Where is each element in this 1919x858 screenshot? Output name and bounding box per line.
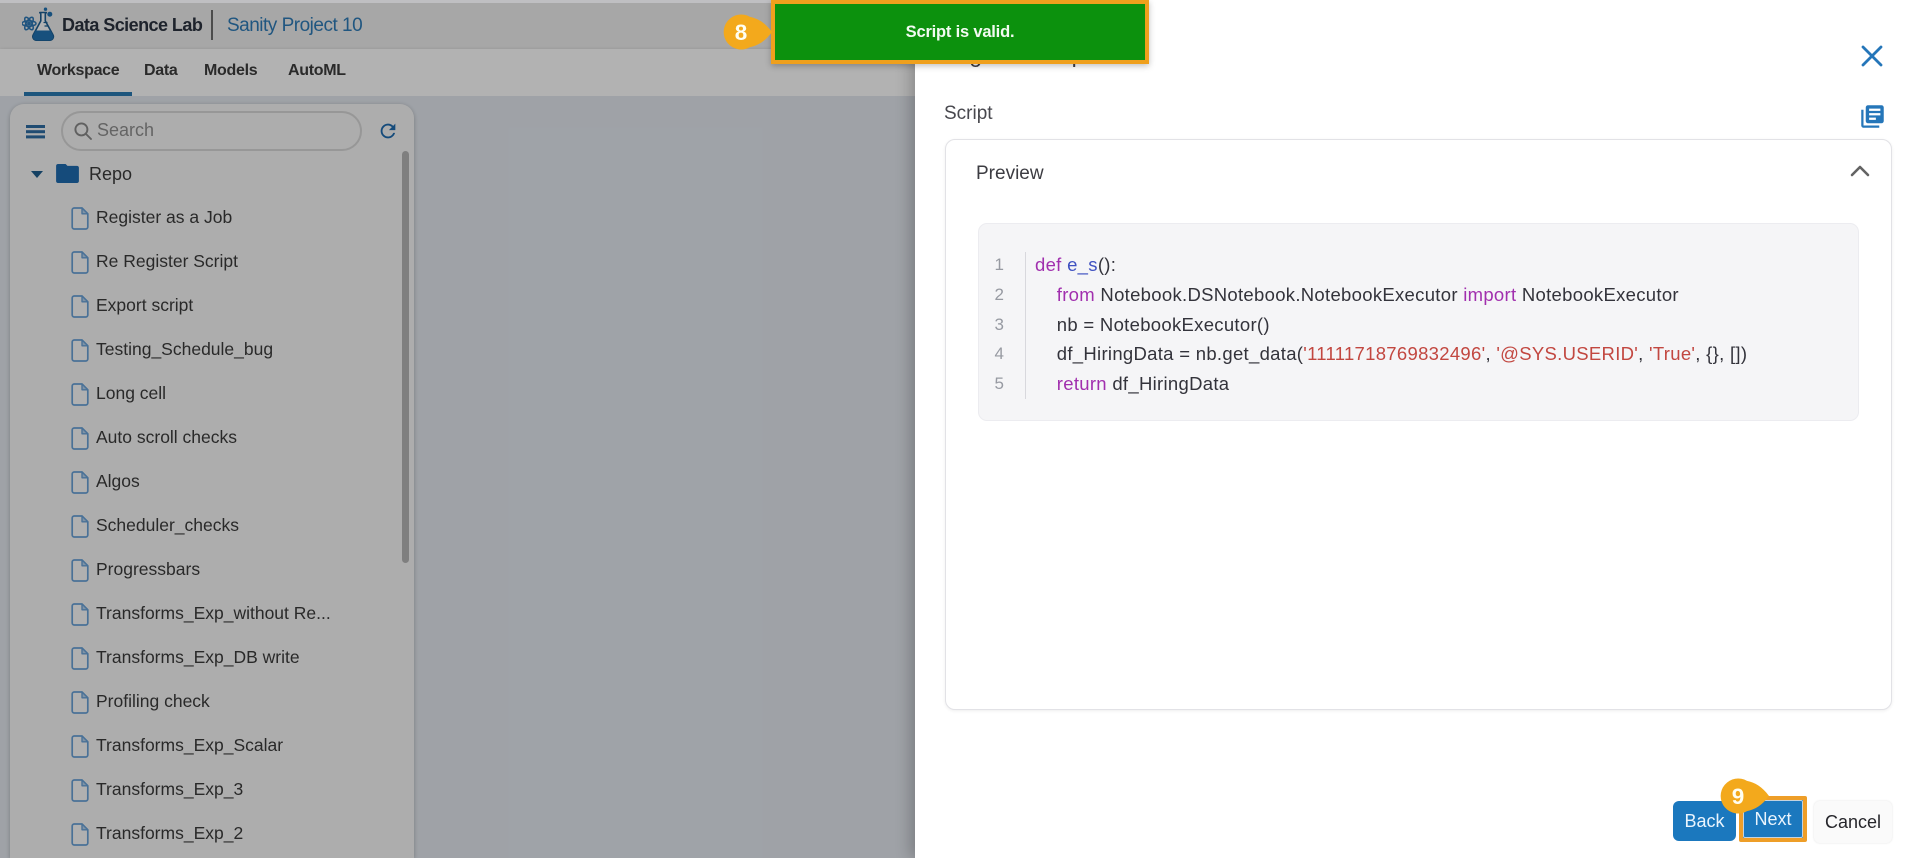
svg-text:9: 9	[1732, 784, 1745, 809]
svg-text:8: 8	[735, 20, 748, 45]
